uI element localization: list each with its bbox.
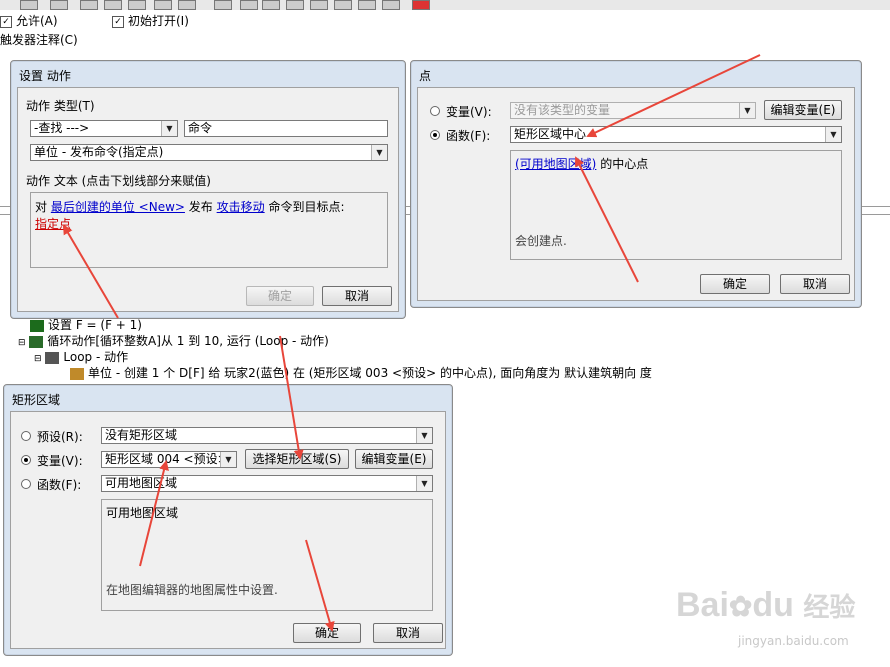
annotation-arrow — [279, 335, 304, 460]
annotation-arrow — [305, 539, 335, 632]
annotation-arrow — [62, 224, 119, 319]
annotation-arrow — [139, 460, 169, 567]
annotation-arrows — [62, 54, 761, 632]
annotation-arrow — [586, 54, 761, 138]
annotation-arrow — [575, 156, 639, 283]
